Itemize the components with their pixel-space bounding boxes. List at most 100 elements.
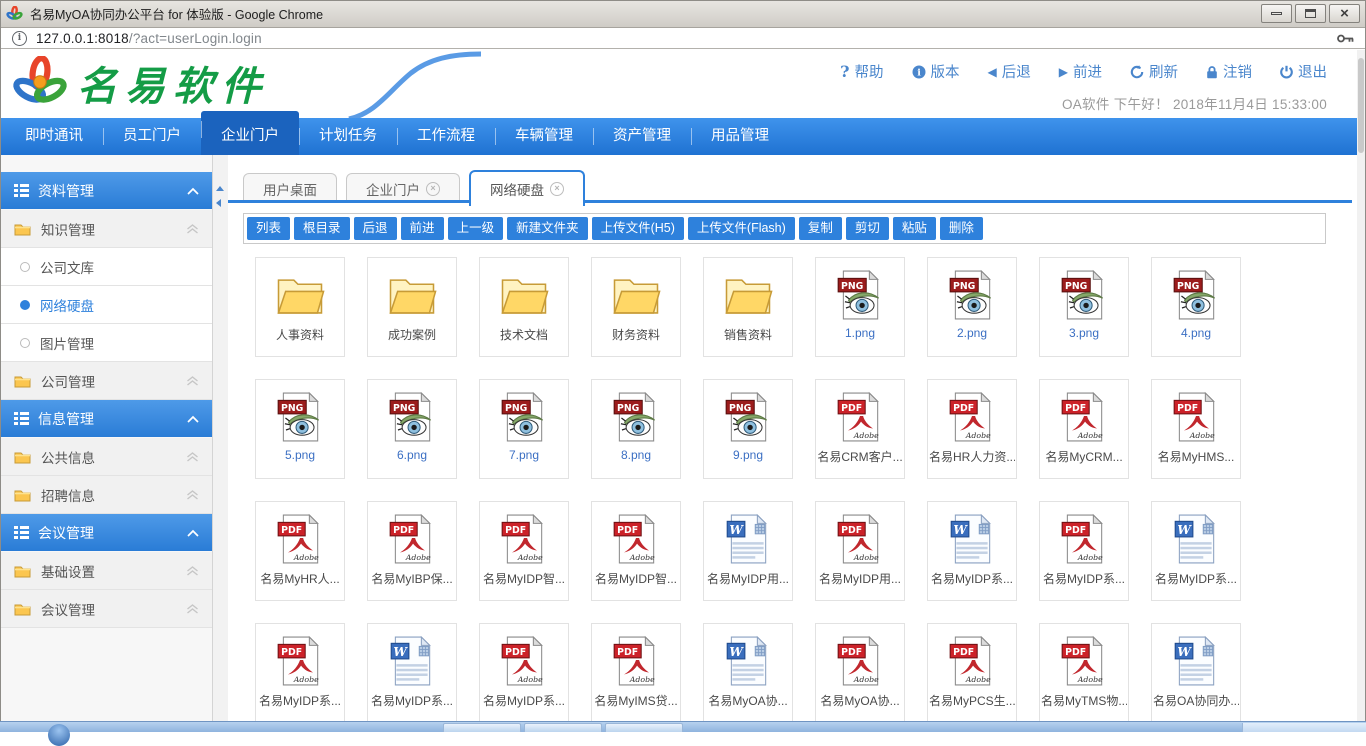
nav-item-6[interactable]: 车辆管理 (495, 118, 593, 155)
pdf-file-icon: PDFAdobe (836, 388, 884, 445)
sidebar-section-1[interactable]: 资料管理 (1, 172, 212, 209)
header-link-forward[interactable]: ▶前进 (1059, 61, 1102, 82)
toolbar-button-6[interactable]: 新建文件夹 (507, 217, 588, 240)
page-scrollbar[interactable] (1357, 50, 1365, 722)
toolbar-button-12[interactable]: 删除 (940, 217, 983, 240)
sidebar-item-8[interactable]: 公共信息 (1, 438, 212, 476)
file-cell[interactable]: PDFAdobe名易HR人力资... (927, 379, 1017, 479)
file-cell[interactable]: 人事资料 (255, 257, 345, 357)
file-cell[interactable]: PNG5.png (255, 379, 345, 479)
file-cell[interactable]: W名易MyIDP系... (367, 623, 457, 722)
file-cell[interactable]: PDFAdobe名易MyIDP系... (479, 623, 569, 722)
splitter-collapse-left-icon[interactable] (216, 199, 221, 207)
file-cell[interactable]: 销售资料 (703, 257, 793, 357)
tab-close-icon[interactable]: × (550, 182, 564, 196)
file-cell[interactable]: PDFAdobe名易MyIDP智... (479, 501, 569, 601)
url-text: 127.0.0.1:8018/?act=userLogin.login (36, 31, 262, 46)
file-cell[interactable]: 成功案例 (367, 257, 457, 357)
toolbar-button-3[interactable]: 后退 (354, 217, 397, 240)
file-cell[interactable]: PDFAdobe名易MyIDP智... (591, 501, 681, 601)
scrollbar-thumb[interactable] (1358, 58, 1364, 153)
tab-2[interactable]: 企业门户× (346, 173, 460, 203)
key-icon[interactable] (1337, 33, 1354, 44)
file-cell[interactable]: PDFAdobe名易MyIDP用... (815, 501, 905, 601)
sidebar-item-3[interactable]: 公司文库 (1, 248, 212, 286)
minimize-button[interactable] (1261, 4, 1292, 23)
address-bar[interactable]: i 127.0.0.1:8018/?act=userLogin.login (0, 28, 1366, 49)
file-cell[interactable]: PDFAdobe名易MyCRM... (1039, 379, 1129, 479)
close-button[interactable]: × (1329, 4, 1360, 23)
sidebar-splitter[interactable] (213, 155, 228, 722)
toolbar-button-11[interactable]: 粘贴 (893, 217, 936, 240)
toolbar-button-2[interactable]: 根目录 (294, 217, 350, 240)
file-cell[interactable]: 技术文档 (479, 257, 569, 357)
taskbar-window-button[interactable] (605, 723, 683, 732)
sidebar-item-6[interactable]: 公司管理 (1, 362, 212, 400)
file-cell[interactable]: PDFAdobe名易MyPCS生... (927, 623, 1017, 722)
double-chevron-up-icon (186, 452, 199, 462)
header-link-exit[interactable]: 退出 (1280, 61, 1327, 82)
tab-close-icon[interactable]: × (426, 182, 440, 196)
file-cell[interactable]: W名易MyIDP用... (703, 501, 793, 601)
sidebar-item-11[interactable]: 基础设置 (1, 552, 212, 590)
tab-3[interactable]: 网络硬盘× (469, 170, 585, 206)
file-cell[interactable]: PNG9.png (703, 379, 793, 479)
system-tray[interactable] (1242, 723, 1366, 732)
nav-item-4[interactable]: 计划任务 (299, 118, 397, 155)
tab-1[interactable]: 用户桌面 (243, 173, 337, 203)
header-link-logout[interactable]: 注销 (1206, 61, 1252, 82)
sidebar-item-5[interactable]: 图片管理 (1, 324, 212, 362)
start-button[interactable] (48, 724, 70, 746)
sidebar-section-10[interactable]: 会议管理 (1, 514, 212, 551)
file-cell[interactable]: W名易OA协同办... (1151, 623, 1241, 722)
sidebar-item-2[interactable]: 知识管理 (1, 210, 212, 248)
sidebar-section-7[interactable]: 信息管理 (1, 400, 212, 437)
file-cell[interactable]: 财务资料 (591, 257, 681, 357)
nav-item-3[interactable]: 企业门户 (201, 111, 299, 155)
nav-item-1[interactable]: 即时通讯 (5, 118, 103, 155)
toolbar-button-4[interactable]: 前进 (401, 217, 444, 240)
file-cell[interactable]: PDFAdobe名易MyIDP系... (1039, 501, 1129, 601)
toolbar-button-9[interactable]: 复制 (799, 217, 842, 240)
file-cell[interactable]: W名易MyIDP系... (1151, 501, 1241, 601)
toolbar-button-8[interactable]: 上传文件(Flash) (688, 217, 795, 240)
sidebar-item-9[interactable]: 招聘信息 (1, 476, 212, 514)
file-cell[interactable]: PNG7.png (479, 379, 569, 479)
file-cell[interactable]: W名易MyOA协... (703, 623, 793, 722)
svg-text:Adobe: Adobe (1077, 674, 1103, 683)
file-cell[interactable]: W名易MyIDP系... (927, 501, 1017, 601)
header-link-back[interactable]: ◀后退 (988, 61, 1031, 82)
header-link-version[interactable]: i版本 (912, 61, 960, 82)
file-cell[interactable]: PDFAdobe名易MyIMS贷... (591, 623, 681, 722)
splitter-collapse-up-icon[interactable] (216, 186, 224, 191)
toolbar-button-5[interactable]: 上一级 (448, 217, 504, 240)
taskbar-window-button[interactable] (524, 723, 602, 732)
file-cell[interactable]: PNG3.png (1039, 257, 1129, 357)
file-cell[interactable]: PDFAdobe名易MyHR人... (255, 501, 345, 601)
header-link-help[interactable]: ?帮助 (840, 61, 883, 82)
taskbar-window-button[interactable] (443, 723, 521, 732)
toolbar-button-7[interactable]: 上传文件(H5) (592, 217, 684, 240)
file-cell[interactable]: PNG8.png (591, 379, 681, 479)
file-cell[interactable]: PDFAdobe名易CRM客户... (815, 379, 905, 479)
toolbar-button-10[interactable]: 剪切 (846, 217, 889, 240)
file-cell[interactable]: PNG6.png (367, 379, 457, 479)
toolbar-button-1[interactable]: 列表 (247, 217, 290, 240)
nav-item-8[interactable]: 用品管理 (691, 118, 789, 155)
file-cell[interactable]: PDFAdobe名易MyHMS... (1151, 379, 1241, 479)
nav-item-5[interactable]: 工作流程 (397, 118, 495, 155)
file-cell[interactable]: PNG4.png (1151, 257, 1241, 357)
sidebar-item-12[interactable]: 会议管理 (1, 590, 212, 628)
file-cell[interactable]: PDFAdobe名易MyOA协... (815, 623, 905, 722)
site-info-icon[interactable]: i (12, 31, 27, 46)
nav-item-2[interactable]: 员工门户 (103, 118, 201, 155)
file-cell[interactable]: PNG1.png (815, 257, 905, 357)
header-link-refresh[interactable]: 刷新 (1130, 61, 1178, 82)
nav-item-7[interactable]: 资产管理 (593, 118, 691, 155)
file-cell[interactable]: PNG2.png (927, 257, 1017, 357)
file-cell[interactable]: PDFAdobe名易MyTMS物... (1039, 623, 1129, 722)
file-cell[interactable]: PDFAdobe名易MyIBP保... (367, 501, 457, 601)
sidebar-item-4[interactable]: 网络硬盘 (1, 286, 212, 324)
file-cell[interactable]: PDFAdobe名易MyIDP系... (255, 623, 345, 722)
maximize-button[interactable] (1295, 4, 1326, 23)
